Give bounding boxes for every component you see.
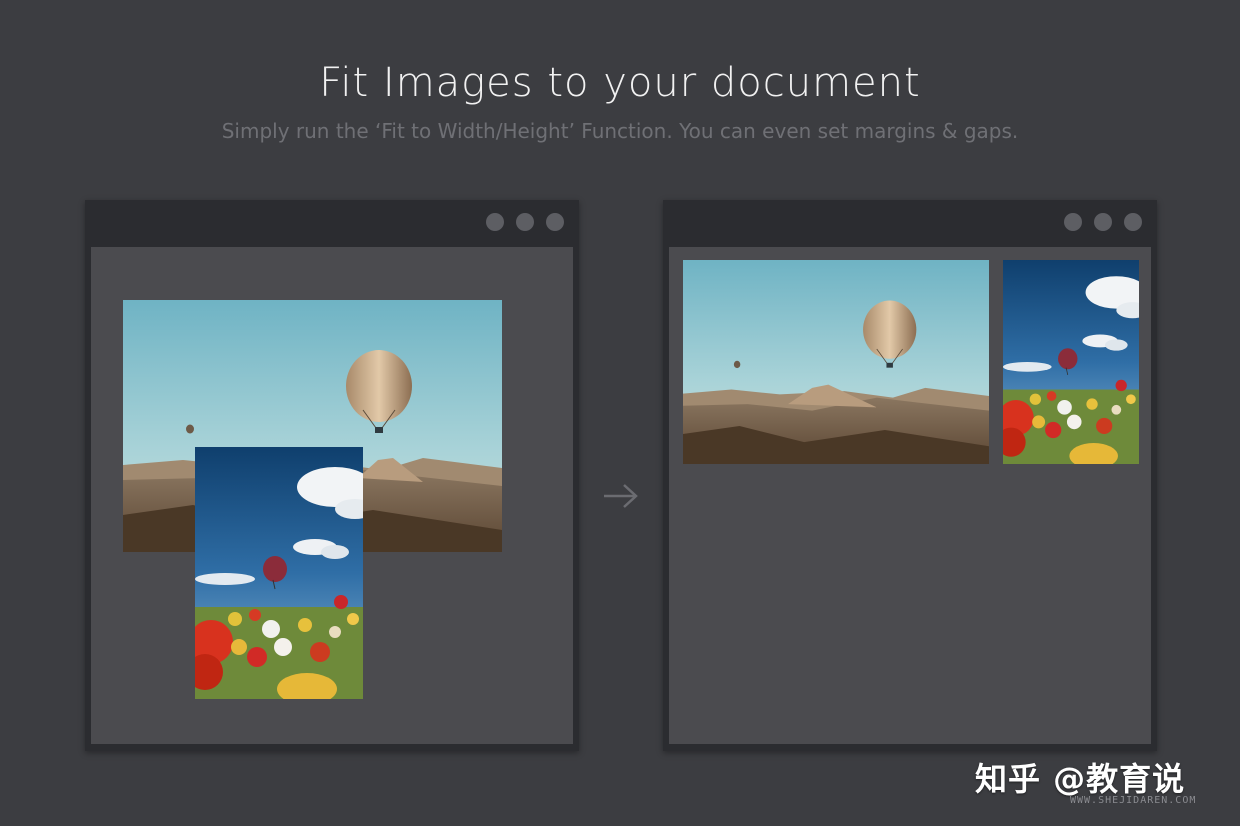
- circle-icon[interactable]: [516, 213, 534, 231]
- tulip-portrait-photo[interactable]: [1003, 260, 1139, 464]
- tulip-portrait-photo[interactable]: [195, 447, 363, 699]
- circle-icon[interactable]: [486, 213, 504, 231]
- circle-icon[interactable]: [1094, 213, 1112, 231]
- circle-icon[interactable]: [1124, 213, 1142, 231]
- watermark-url: WWW.SHEJIDAREN.COM: [1070, 795, 1197, 806]
- window-controls: [1064, 213, 1142, 231]
- balloon-landscape-photo[interactable]: [683, 260, 989, 464]
- document-canvas: [669, 247, 1151, 744]
- circle-icon[interactable]: [546, 213, 564, 231]
- window-controls: [486, 213, 564, 231]
- document-canvas: [91, 247, 573, 744]
- before-window: [85, 200, 579, 751]
- circle-icon[interactable]: [1064, 213, 1082, 231]
- page-title: Fit Images to your document: [319, 60, 921, 106]
- page-subtitle: Simply run the ‘Fit to Width/Height’ Fun…: [221, 119, 1019, 143]
- after-window: [663, 200, 1157, 751]
- arrow-right-icon: [600, 480, 640, 512]
- watermark: 知乎 @教育说: [975, 760, 1186, 798]
